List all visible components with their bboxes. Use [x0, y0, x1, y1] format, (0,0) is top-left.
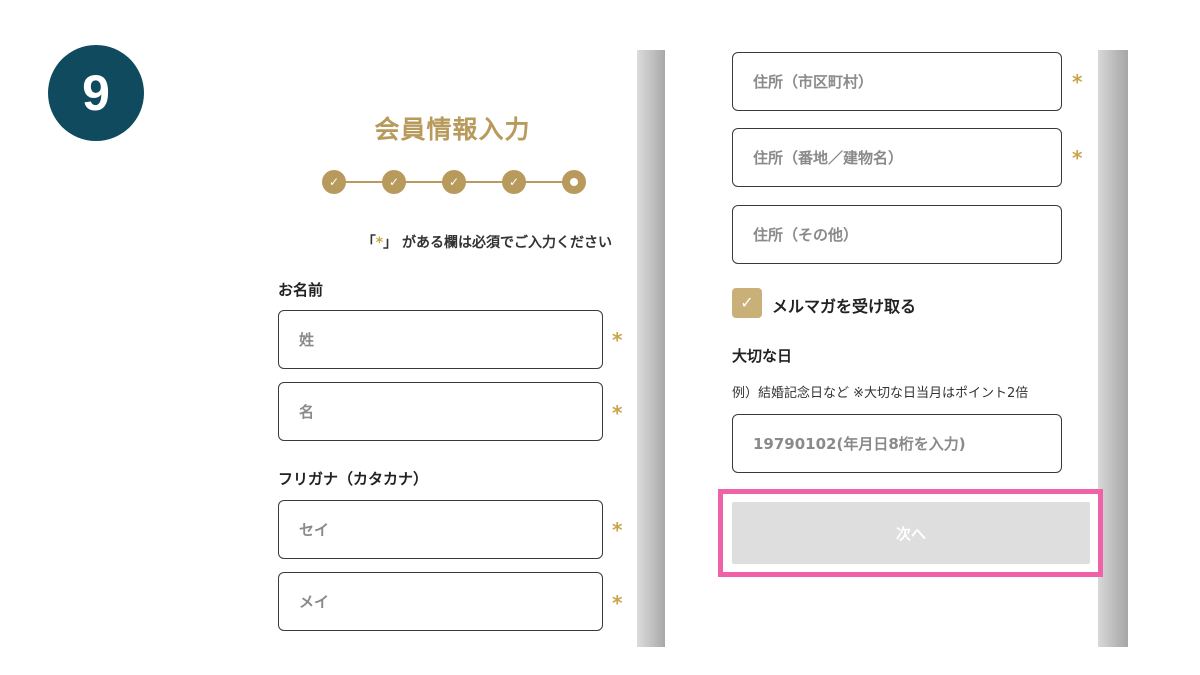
step-number-badge: 9: [48, 45, 144, 141]
required-star-icon: *: [612, 328, 623, 352]
required-note-prefix: 「: [361, 235, 376, 251]
required-star-icon: *: [612, 518, 623, 542]
important-day-input[interactable]: 19790102(年月日8桁を入力): [732, 414, 1062, 473]
required-star-icon: *: [1072, 146, 1083, 170]
address-street-input[interactable]: 住所（番地／建物名）: [732, 128, 1062, 187]
newsletter-checkbox[interactable]: ✓: [732, 288, 762, 318]
check-icon: ✓: [388, 175, 400, 189]
step-done-3: ✓: [442, 170, 466, 194]
page-title: 会員情報入力: [374, 116, 531, 144]
check-icon: ✓: [448, 175, 460, 189]
furigana-section-label: フリガナ（カタカナ）: [278, 470, 429, 488]
required-note-text: 」 がある欄は必須でご入力ください: [383, 235, 612, 251]
name-section-label: お名前: [278, 281, 324, 299]
required-star-icon: *: [1072, 70, 1083, 94]
important-day-label: 大切な日: [732, 347, 793, 365]
required-star-icon: *: [612, 591, 623, 615]
first-name-input[interactable]: 名: [278, 382, 603, 441]
progress-stepper: ✓ ✓ ✓ ✓: [322, 170, 586, 194]
first-name-kana-input[interactable]: メイ: [278, 572, 603, 631]
check-icon: ✓: [508, 175, 520, 189]
important-day-hint: 例）結婚記念日など ※大切な日当月はポイント2倍: [732, 386, 1029, 401]
required-star-icon: *: [612, 401, 623, 425]
last-name-input[interactable]: 姓: [278, 310, 603, 369]
address-city-input[interactable]: 住所（市区町村）: [732, 52, 1062, 111]
required-note: 「*」 がある欄は必須でご入力ください: [282, 232, 612, 252]
address-other-input[interactable]: 住所（その他）: [732, 205, 1062, 264]
check-icon: ✓: [328, 175, 340, 189]
check-icon: ✓: [740, 293, 754, 312]
step-current: [562, 170, 586, 194]
newsletter-label[interactable]: メルマガを受け取る: [772, 293, 916, 317]
step-done-2: ✓: [382, 170, 406, 194]
last-name-kana-input[interactable]: セイ: [278, 500, 603, 559]
panel-edge-shadow: [637, 50, 665, 647]
step-done-1: ✓: [322, 170, 346, 194]
next-button[interactable]: 次へ: [732, 502, 1090, 564]
step-done-4: ✓: [502, 170, 526, 194]
